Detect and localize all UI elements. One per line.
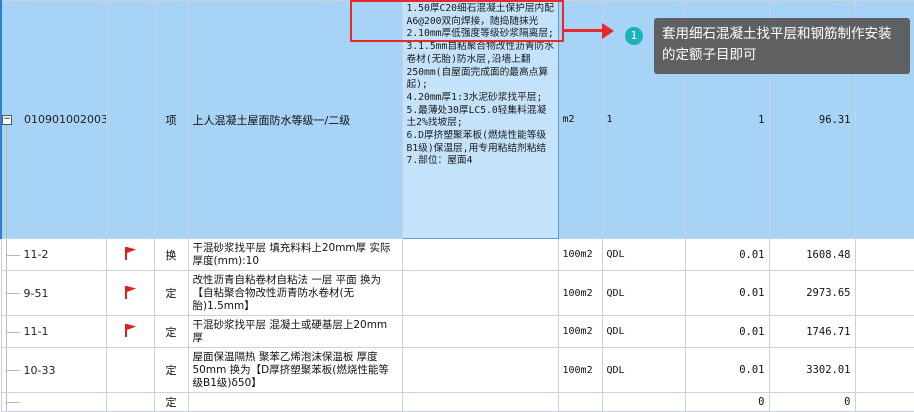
quota-qty[interactable]: 0.01	[684, 270, 770, 316]
item-code: 010901002003	[24, 113, 106, 126]
flag-cell	[105, 315, 155, 348]
quota-code-cell[interactable]: 11-2	[0, 238, 107, 271]
quota-qty[interactable]: 0.01	[684, 238, 770, 271]
quota-type: 定	[153, 270, 189, 316]
desc-line-6: 6.D厚挤塑聚苯板(燃烧性能等级B1级)保温层,用专用粘结剂粘结	[406, 130, 547, 154]
quota-expr[interactable]: QDL	[601, 270, 686, 316]
quota-code: 11-1	[23, 325, 49, 338]
quota-expr[interactable]	[601, 392, 686, 412]
flag-cell	[105, 347, 155, 393]
quota-code: 10-33	[23, 363, 56, 377]
quota-row[interactable]: 定 0 0	[0, 392, 914, 412]
desc-line-4: 4.20mm厚1:3水泥砂浆找平层;	[406, 91, 543, 103]
quota-price: 1746.71	[768, 315, 856, 348]
item-unit[interactable]: m2	[557, 0, 603, 239]
quota-name[interactable]: 改性沥青自粘卷材自粘法 一层 平面 换为【自粘聚合物改性沥青防水卷材(无胎)1.…	[187, 270, 403, 316]
quota-type: 定	[153, 315, 189, 348]
quota-expr[interactable]: QDL	[601, 238, 686, 271]
collapse-toggle-icon[interactable]: −	[3, 114, 12, 125]
quota-row[interactable]: 9-51 定 改性沥青自粘卷材自粘法 一层 平面 换为【自粘聚合物改性沥青防水卷…	[0, 270, 914, 316]
quota-name[interactable]: 干混砂浆找平层 填充料料上20mm厚 实际厚度(mm):10	[187, 238, 403, 271]
quota-unit[interactable]: 100m2	[557, 270, 603, 316]
quota-expr[interactable]: QDL	[601, 347, 686, 393]
quota-row[interactable]: 10-33 定 屋面保温隔热 聚苯乙烯泡沫保温板 厚度50mm 换为【D厚挤塑聚…	[0, 347, 914, 393]
quota-desc[interactable]	[401, 347, 559, 393]
quota-qty[interactable]: 0.01	[684, 315, 770, 348]
quota-type: 定	[153, 347, 189, 393]
extra-cell	[854, 392, 914, 412]
quota-unit[interactable]: 100m2	[557, 238, 603, 271]
quota-code-cell[interactable]: 9-51	[0, 270, 107, 316]
desc-line-7: 7.部位：屋面4	[406, 155, 473, 167]
quota-price: 2973.65	[768, 270, 856, 316]
step-badge: 1	[625, 27, 643, 45]
flag-cell	[105, 270, 155, 316]
quota-name[interactable]	[187, 392, 403, 412]
quota-code-cell[interactable]	[0, 392, 107, 412]
quota-code-cell[interactable]: 10-33	[0, 347, 107, 393]
quota-desc[interactable]	[401, 238, 559, 271]
red-flag-icon	[125, 285, 136, 299]
item-type: 项	[153, 0, 189, 239]
highlight-box	[350, 0, 564, 42]
extra-cell	[854, 270, 914, 316]
extra-cell	[854, 238, 914, 271]
quota-unit[interactable]: 100m2	[557, 347, 603, 393]
quota-code: 9-51	[23, 286, 49, 300]
quota-price: 1608.48	[768, 238, 856, 271]
quota-qty[interactable]: 0.01	[684, 347, 770, 393]
flag-cell	[105, 392, 155, 412]
quota-qty[interactable]: 0	[684, 392, 770, 412]
annotation-tooltip: 套用细石混凝土找平层和钢筋制作安装的定额子目即可	[654, 18, 910, 74]
quota-unit[interactable]: 100m2	[557, 315, 603, 348]
quota-desc[interactable]	[401, 315, 559, 348]
quota-desc[interactable]	[401, 270, 559, 316]
quota-desc[interactable]	[401, 392, 559, 412]
desc-line-5: 5.最薄处30厚LC5.0轻集料混凝土2%找坡层;	[406, 104, 547, 129]
quota-row[interactable]: 11-2 换 干混砂浆找平层 填充料料上20mm厚 实际厚度(mm):10 10…	[0, 238, 914, 271]
quota-type: 定	[153, 392, 189, 412]
quota-type: 换	[153, 238, 189, 271]
quota-code: 11-2	[23, 248, 49, 261]
quota-price: 3302.01	[768, 347, 856, 393]
item-code-cell[interactable]: − 010901002003	[0, 0, 107, 239]
flag-cell	[105, 0, 155, 239]
red-flag-icon	[125, 247, 136, 260]
quota-unit[interactable]	[557, 392, 603, 412]
quota-expr[interactable]: QDL	[601, 315, 686, 348]
extra-cell	[854, 315, 914, 348]
quota-price: 0	[768, 392, 856, 412]
flag-cell	[105, 238, 155, 271]
quota-name[interactable]: 屋面保温隔热 聚苯乙烯泡沫保温板 厚度50mm 换为【D厚挤塑聚苯板(燃烧性能等…	[187, 347, 403, 393]
quota-name[interactable]: 干混砂浆找平层 混凝土或硬基层上20mm厚	[187, 315, 403, 348]
red-flag-icon	[125, 324, 136, 337]
extra-cell	[854, 347, 914, 393]
desc-line-3: 3.1.5mm自粘聚合物改性沥青防水卷材(无胎)防水层,沿墙上翻250mm(自屋…	[406, 41, 554, 91]
quota-code-cell[interactable]: 11-1	[0, 315, 107, 348]
quota-row[interactable]: 11-1 定 干混砂浆找平层 混凝土或硬基层上20mm厚 100m2 QDL 0…	[0, 315, 914, 348]
arrow-right-icon	[602, 23, 614, 39]
